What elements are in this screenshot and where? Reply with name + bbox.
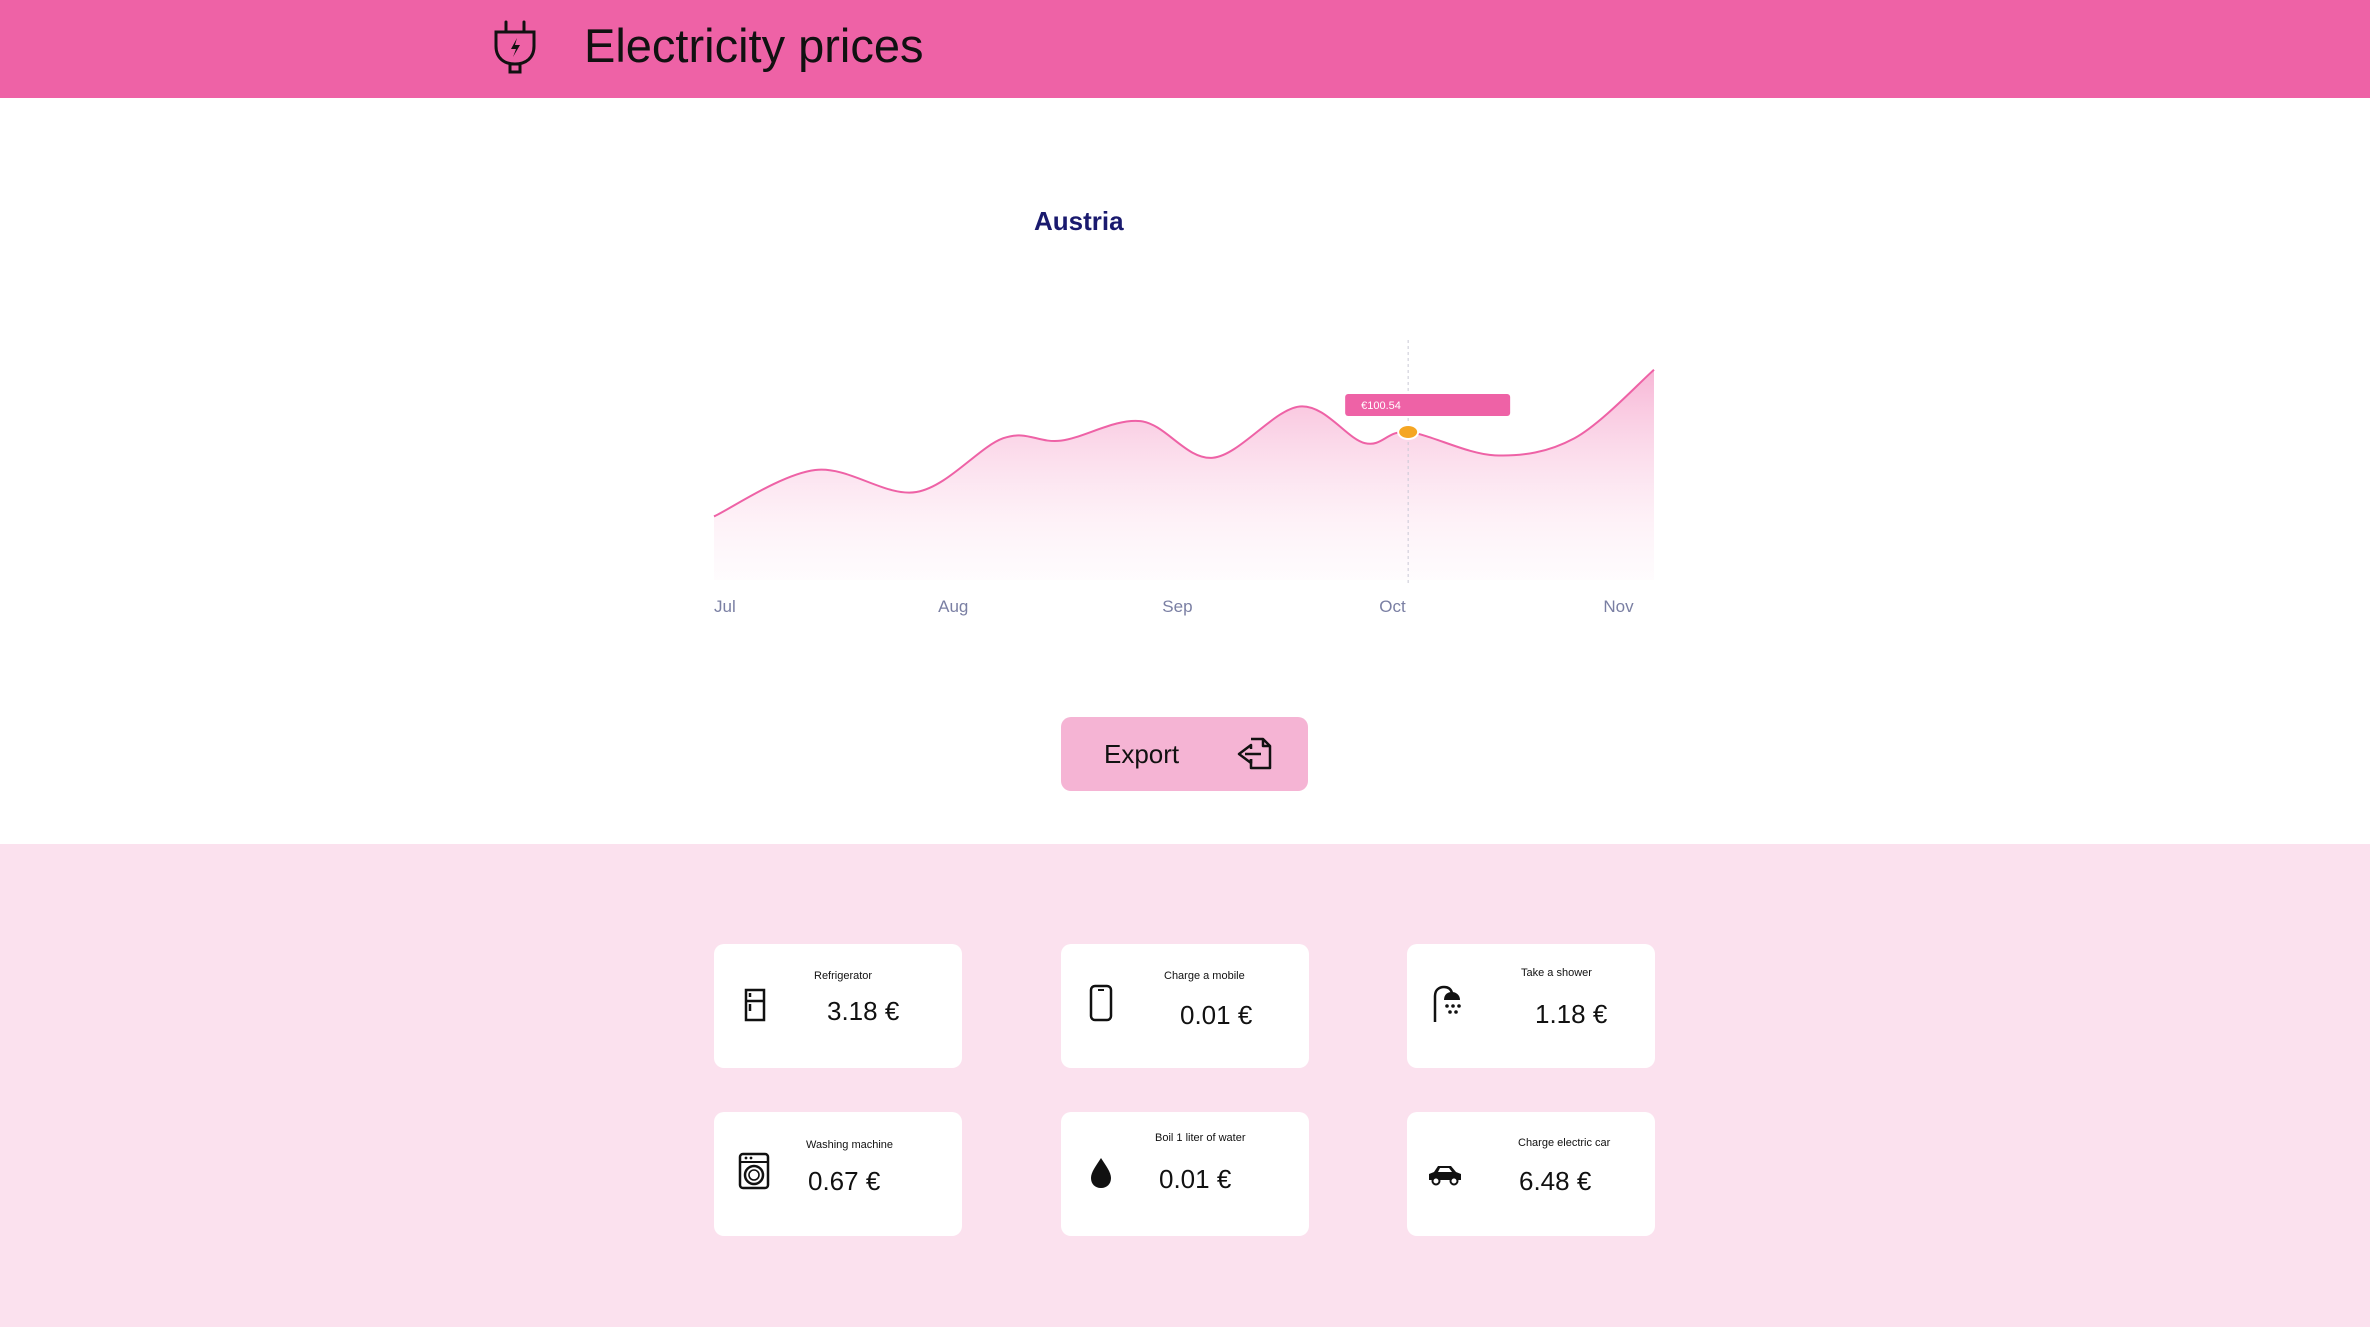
refrigerator-icon <box>744 988 766 1022</box>
card-value: 3.18 € <box>827 996 900 1026</box>
water-drop-icon <box>1091 1158 1111 1188</box>
card-value: 6.48 € <box>1519 1166 1592 1196</box>
header-bar: Electricity prices <box>0 0 2370 98</box>
page-title: Electricity prices <box>584 19 924 72</box>
chart-title: Austria <box>1034 206 1124 236</box>
card-label: Charge a mobile <box>1164 970 1245 982</box>
car-icon <box>1429 1166 1461 1186</box>
x-tick-label: Jul <box>714 597 736 616</box>
card-shower[interactable]: Take a shower 1.18 € <box>1407 944 1655 1068</box>
card-washing-machine[interactable]: Washing machine 0.67 € <box>714 1112 962 1236</box>
x-tick-label: Sep <box>1162 597 1192 616</box>
card-label: Take a shower <box>1521 967 1592 979</box>
chart-tooltip-text: €100.54 <box>1361 400 1401 412</box>
card-electric-car[interactable]: Charge electric car 6.48 € <box>1407 1112 1655 1236</box>
card-value: 1.18 € <box>1535 999 1608 1029</box>
card-label: Washing machine <box>806 1139 894 1151</box>
plug-icon <box>494 20 536 74</box>
export-icon <box>1237 737 1272 770</box>
card-label: Refrigerator <box>814 970 873 982</box>
card-value: 0.01 € <box>1180 1000 1253 1030</box>
washing-machine-icon <box>738 1152 770 1190</box>
x-tick-label: Oct <box>1379 597 1406 616</box>
export-button[interactable]: Export <box>1061 717 1308 791</box>
card-label: Boil 1 liter of water <box>1155 1132 1246 1144</box>
price-chart[interactable]: €100.54 Jul Aug Sep Oct Nov <box>700 340 1680 640</box>
cost-cards-section: Refrigerator 3.18 € Charge a mobile 0.01… <box>0 844 2370 1327</box>
card-boil-water[interactable]: Boil 1 liter of water 0.01 € <box>1061 1112 1309 1236</box>
card-refrigerator[interactable]: Refrigerator 3.18 € <box>714 944 962 1068</box>
card-value: 0.67 € <box>808 1166 881 1196</box>
mobile-phone-icon <box>1089 984 1113 1022</box>
export-button-label: Export <box>1104 739 1180 769</box>
card-label: Charge electric car <box>1518 1137 1611 1149</box>
x-tick-label: Aug <box>938 597 968 616</box>
x-tick-label: Nov <box>1603 597 1634 616</box>
shower-icon <box>1433 985 1461 1022</box>
chart-area-fill <box>714 369 1654 580</box>
chart-highlight-point[interactable] <box>1397 424 1420 441</box>
card-value: 0.01 € <box>1159 1164 1232 1194</box>
card-charge-mobile[interactable]: Charge a mobile 0.01 € <box>1061 944 1309 1068</box>
